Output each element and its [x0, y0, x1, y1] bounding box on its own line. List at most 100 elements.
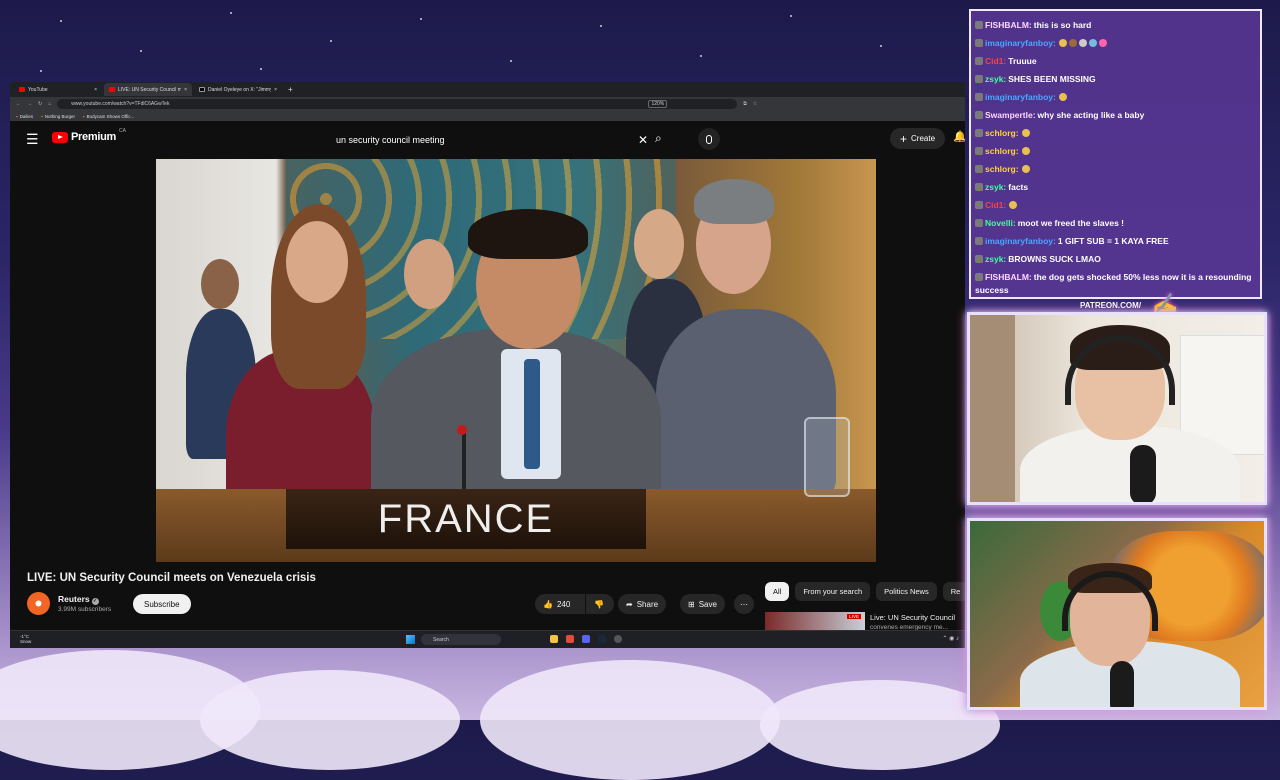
tab-strip: YouTube × LIVE: UN Security Council m × …	[10, 82, 965, 97]
chat-username[interactable]: imaginaryfanboy:	[985, 92, 1056, 102]
chat-username[interactable]: Cid1:	[985, 56, 1006, 66]
steam-icon[interactable]	[598, 635, 606, 643]
url-text: www.youtube.com/watch?v=TFdlC6AGwTek	[71, 101, 170, 107]
zoom-level[interactable]: 120%	[648, 100, 668, 108]
home-icon[interactable]: ⌂	[48, 101, 51, 107]
verified-icon: ✓	[91, 598, 99, 605]
bookmark-item[interactable]: Bodycam Shows Offic...	[83, 114, 135, 119]
plus-icon: +	[900, 131, 908, 146]
youtube-logo[interactable]: Premium CA	[52, 128, 126, 143]
user-badge-icon	[975, 75, 983, 83]
chat-emote-icon	[1078, 39, 1087, 47]
chat-message: Cid1: Truuue	[975, 52, 1256, 70]
chat-username[interactable]: FISHBALM:	[985, 20, 1032, 30]
search-input[interactable]: un security council meeting ✕	[330, 129, 658, 150]
obs-icon[interactable]	[614, 635, 622, 643]
microphone-icon[interactable]	[698, 128, 720, 150]
chat-username[interactable]: schlorg:	[985, 146, 1019, 156]
user-badge-icon	[975, 273, 983, 281]
clear-search-icon[interactable]: ✕	[638, 133, 648, 147]
speaker-hair	[468, 209, 588, 259]
chat-username[interactable]: schlorg:	[985, 128, 1019, 138]
bookmark-item[interactable]: Nothing Burger	[41, 114, 75, 119]
microphone-stand	[462, 427, 466, 491]
bookmark-item[interactable]: Dailies	[16, 114, 34, 119]
chat-username[interactable]: Novelli:	[985, 218, 1016, 228]
back-icon[interactable]: ←	[16, 101, 21, 107]
create-button[interactable]: + Create	[890, 128, 946, 149]
search-icon[interactable]: ⌕	[655, 131, 662, 146]
chat-username[interactable]: Cid1:	[985, 200, 1006, 210]
tab-un-security-council[interactable]: LIVE: UN Security Council m ×	[104, 83, 192, 96]
chat-username[interactable]: imaginaryfanboy:	[985, 236, 1056, 246]
dislike-button[interactable]: 👎	[586, 594, 614, 614]
chat-username[interactable]: FISHBALM:	[985, 272, 1032, 282]
file-explorer-icon[interactable]	[550, 635, 558, 643]
chip-from-your-search[interactable]: From your search	[795, 582, 871, 601]
system-tray[interactable]: ⌃ ◉ ♪	[942, 635, 959, 642]
subscribe-button[interactable]: Subscribe	[133, 594, 191, 614]
chat-username[interactable]: imaginaryfanboy:	[985, 38, 1056, 48]
chat-emote-icon	[1021, 165, 1030, 173]
discord-icon[interactable]	[582, 635, 590, 643]
save-label: Save	[698, 599, 717, 609]
chat-username[interactable]: zsyk:	[985, 254, 1006, 264]
user-badge-icon	[975, 111, 983, 119]
create-label: Create	[911, 134, 936, 143]
bookmark-star-icon[interactable]: ☆	[753, 101, 757, 107]
extensions-icon[interactable]: ⧉	[743, 101, 747, 107]
reload-icon[interactable]: ↻	[38, 101, 42, 107]
weather-widget[interactable]: -1°C Snow	[20, 634, 31, 644]
share-button[interactable]: ➦ Share	[618, 594, 667, 614]
browser-icon[interactable]	[566, 635, 574, 643]
chat-text: BROWNS SUCK LMAO	[1008, 254, 1101, 264]
new-tab-button[interactable]: +	[284, 85, 297, 94]
speaker-tie	[524, 359, 540, 469]
recommended-thumbnail[interactable]: LIVE	[765, 612, 865, 632]
cloud-decoration	[480, 660, 780, 780]
tab-youtube[interactable]: YouTube ×	[14, 83, 102, 96]
chip-all[interactable]: All	[765, 582, 790, 601]
channel-avatar[interactable]	[27, 592, 50, 615]
forward-icon[interactable]: →	[27, 101, 32, 107]
chat-text: this is so hard	[1033, 20, 1092, 30]
recommended-title[interactable]: Live: UN Security Council	[870, 613, 965, 622]
url-field[interactable]: www.youtube.com/watch?v=TFdlC6AGwTek 120…	[57, 99, 738, 109]
chat-text: SHES BEEN MISSING	[1008, 74, 1096, 84]
chat-emote-icon	[1021, 129, 1030, 137]
nameplate-text: FRANCE	[377, 496, 555, 541]
chat-message: FISHBALM: the dog gets shocked 50% less n…	[975, 271, 1256, 297]
region-code: CA	[118, 128, 126, 134]
chat-username[interactable]: zsyk:	[985, 74, 1006, 84]
stream-chat: FISHBALM: this is so hard imaginaryfanboy:…	[969, 9, 1262, 299]
windows-start-icon[interactable]	[406, 635, 415, 644]
microphone	[1130, 445, 1156, 502]
chat-username[interactable]: Swampertle:	[985, 110, 1036, 120]
tab-x-post[interactable]: Daniel Oyeleye on X: "Jimmy Hi ×	[194, 83, 282, 96]
chat-username[interactable]: zsyk:	[985, 182, 1006, 192]
save-playlist-icon: ⊞	[688, 599, 695, 609]
user-badge-icon	[975, 93, 983, 101]
menu-icon[interactable]: ☰	[26, 131, 39, 148]
logo-text: Premium	[71, 131, 116, 143]
search-query: un security council meeting	[336, 134, 445, 145]
video-player[interactable]: FRANCE	[156, 159, 876, 562]
close-tab-icon[interactable]: ×	[184, 87, 187, 93]
chat-text: why she acting like a baby	[1037, 110, 1145, 120]
patreon-link: PATREON.COM/	[1080, 301, 1142, 310]
channel-name[interactable]: Reuters ✓	[58, 594, 99, 605]
grey-hair	[694, 179, 774, 224]
close-tab-icon[interactable]: ×	[94, 87, 97, 93]
advisor-head	[404, 239, 454, 309]
youtube-favicon-icon	[109, 87, 115, 92]
chip-related[interactable]: Re	[942, 582, 965, 601]
save-button[interactable]: ⊞ Save	[680, 594, 725, 614]
close-tab-icon[interactable]: ×	[274, 87, 277, 93]
like-button[interactable]: 👍 240	[535, 594, 585, 614]
chip-politics-news[interactable]: Politics News	[876, 582, 937, 601]
taskbar-search[interactable]: Search	[421, 634, 501, 645]
chat-username[interactable]: schlorg:	[985, 164, 1019, 174]
streamer-webcam	[967, 312, 1267, 505]
more-actions-button[interactable]: ⋯	[734, 594, 754, 614]
notifications-bell-icon[interactable]: 🔔	[953, 130, 965, 143]
